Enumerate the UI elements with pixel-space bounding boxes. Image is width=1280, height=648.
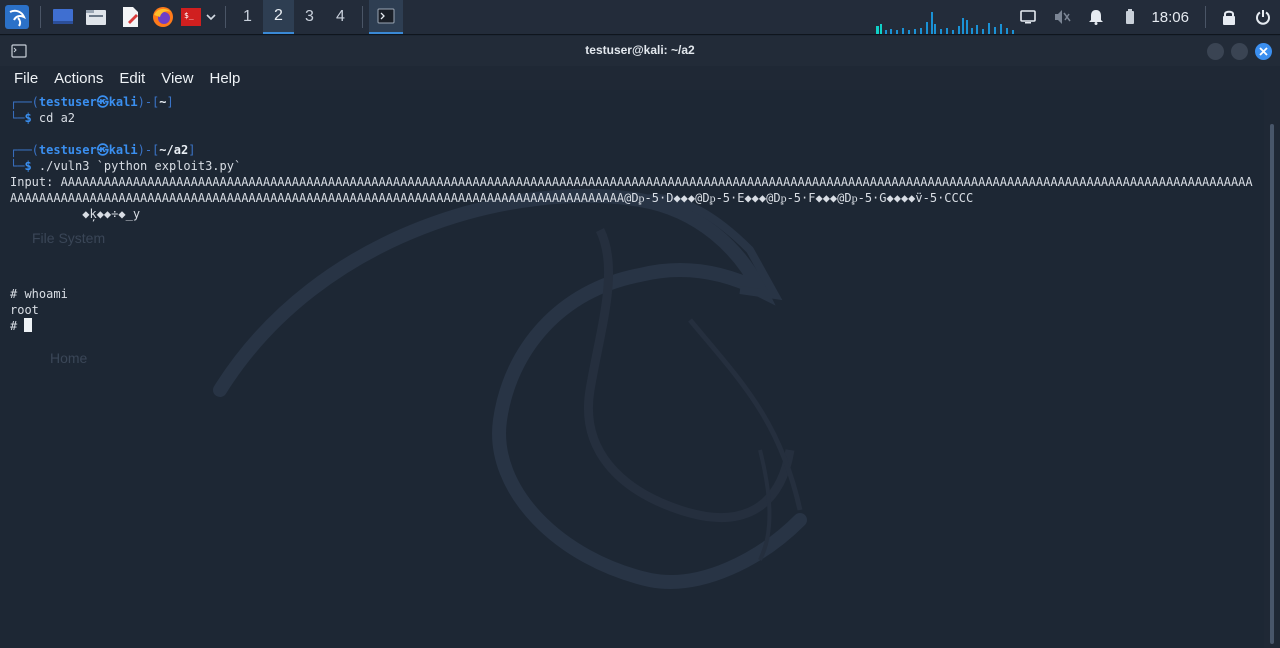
panel-separator bbox=[362, 6, 363, 28]
prompt-user: testuser㉿kali bbox=[38, 95, 138, 109]
root-prompt-line: # bbox=[10, 318, 1254, 334]
scrollbar-thumb[interactable] bbox=[1270, 124, 1274, 644]
bell-icon[interactable] bbox=[1079, 0, 1113, 34]
command-text: cd a2 bbox=[31, 111, 76, 125]
panel-separator bbox=[40, 6, 41, 28]
window-title: testuser@kali: ~/a2 bbox=[585, 43, 695, 57]
svg-text:$_: $_ bbox=[184, 11, 194, 20]
whoami-output: root bbox=[10, 303, 39, 317]
terminal-emulator-icon[interactable]: $_ bbox=[179, 0, 203, 34]
power-icon[interactable] bbox=[1246, 0, 1280, 34]
terminal-window: testuser@kali: ~/a2 File Actions Edit Vi… bbox=[0, 36, 1280, 648]
battery-icon[interactable] bbox=[1113, 0, 1147, 34]
prompt-path: ~ bbox=[159, 95, 167, 109]
close-icon bbox=[1259, 47, 1268, 56]
menu-file[interactable]: File bbox=[6, 70, 46, 87]
menu-actions[interactable]: Actions bbox=[46, 70, 111, 87]
workspace-3[interactable]: 3 bbox=[294, 0, 325, 34]
root-prompt: # bbox=[10, 319, 25, 333]
clock[interactable]: 18:06 bbox=[1147, 9, 1199, 26]
command-line: └─$ ./vuln3 `python exploit3.py` bbox=[10, 159, 242, 173]
workspace-1[interactable]: 1 bbox=[232, 0, 263, 34]
menu-help[interactable]: Help bbox=[201, 70, 248, 87]
lock-icon[interactable] bbox=[1212, 0, 1246, 34]
file-manager-icon[interactable] bbox=[79, 0, 113, 34]
close-button[interactable] bbox=[1255, 43, 1272, 60]
terminal-scrollbar[interactable] bbox=[1264, 90, 1280, 648]
whoami-command: # whoami bbox=[10, 287, 68, 301]
prompt-line: ┌──(testuser㉿kali)-[~/a2] bbox=[10, 143, 196, 157]
speaker-muted-icon[interactable] bbox=[1045, 0, 1079, 34]
minimize-button[interactable] bbox=[1207, 43, 1224, 60]
top-panel: $_ 1 2 3 4 18:06 bbox=[0, 0, 1280, 35]
desktop-item-home: Home bbox=[50, 350, 88, 366]
chevron-down-icon[interactable] bbox=[203, 0, 219, 34]
display-icon[interactable] bbox=[1011, 0, 1045, 34]
text-editor-icon[interactable] bbox=[113, 0, 147, 34]
menu-edit[interactable]: Edit bbox=[111, 70, 153, 87]
terminal-area[interactable]: File System Home ┌──(testuser㉿kali)-[~] … bbox=[0, 90, 1264, 648]
terminal-output: ┌──(testuser㉿kali)-[~] └─$ cd a2 ┌──(tes… bbox=[10, 94, 1254, 334]
panel-separator bbox=[1205, 6, 1206, 28]
kali-menu-icon[interactable] bbox=[0, 0, 34, 34]
workspace-2[interactable]: 2 bbox=[263, 0, 294, 34]
command-line: └─$ cd a2 bbox=[10, 111, 76, 125]
window-titlebar[interactable]: testuser@kali: ~/a2 bbox=[0, 36, 1280, 66]
menu-view[interactable]: View bbox=[153, 70, 201, 87]
firefox-icon[interactable] bbox=[147, 0, 179, 34]
exploit-output: Input: AAAAAAAAAAAAAAAAAAAAAAAAAAAAAAAAA… bbox=[10, 175, 1253, 205]
system-tray: 18:06 bbox=[1011, 0, 1280, 34]
terminal-task-button[interactable] bbox=[369, 0, 403, 34]
show-desktop-icon[interactable] bbox=[47, 0, 79, 34]
text-cursor[interactable] bbox=[24, 318, 33, 332]
maximize-button[interactable] bbox=[1231, 43, 1248, 60]
panel-separator bbox=[225, 6, 226, 28]
junk-output: ◆ķ◆◆÷◆_y bbox=[10, 207, 141, 221]
prompt-path: ~/a2 bbox=[159, 143, 189, 157]
prompt-line: ┌──(testuser㉿kali)-[~] bbox=[10, 95, 174, 109]
cpu-graph bbox=[876, 12, 1014, 34]
workspace-4[interactable]: 4 bbox=[325, 0, 356, 34]
terminal-task-icon bbox=[377, 8, 395, 24]
prompt-user: testuser㉿kali bbox=[38, 143, 138, 157]
menu-bar: File Actions Edit View Help bbox=[0, 66, 1280, 90]
command-text: ./vuln3 `python exploit3.py` bbox=[31, 159, 242, 173]
